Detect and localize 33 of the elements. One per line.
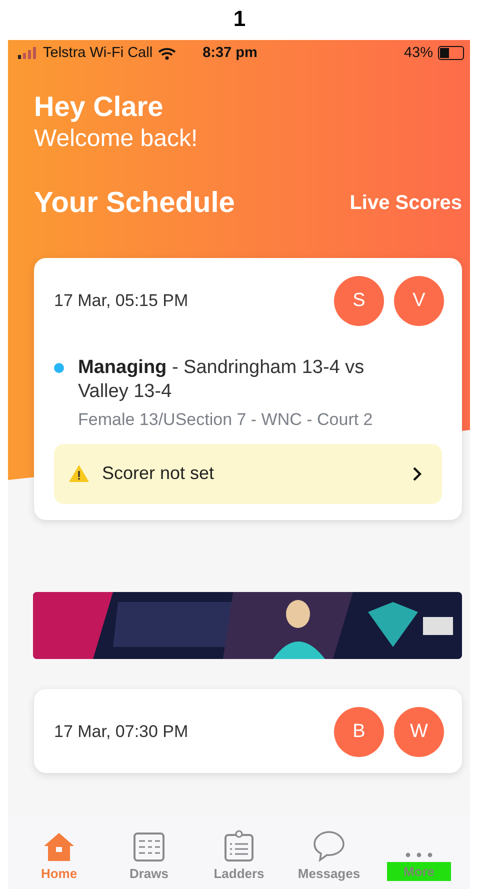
- match-card[interactable]: 17 Mar, 05:15 PM S V Managing - Sandringham 13-4 vs Valley 13-4 Female 13/USection 7 - WNC - Court 2 Scorer not set: [34, 258, 462, 520]
- battery-percent: 43%: [404, 45, 433, 61]
- scorer-alert[interactable]: Scorer not set: [54, 444, 442, 504]
- team-avatar: S: [334, 276, 384, 326]
- team-avatar: W: [394, 706, 444, 756]
- match-card[interactable]: 17 Mar, 07:30 PM B W: [34, 688, 462, 772]
- figure-label: 1: [233, 5, 246, 33]
- tab[interactable]: Draws: [109, 832, 189, 881]
- team-avatar: V: [394, 276, 444, 326]
- list-icon: [133, 832, 165, 862]
- tab[interactable]: Home: [19, 832, 99, 881]
- match-details: Female 13/USection 7 - WNC - Court 2: [78, 410, 374, 430]
- clock-time: 8:37 pm: [202, 45, 258, 61]
- carrier-name: Telstra Wi-Fi Call: [43, 45, 153, 61]
- tab[interactable]: Messages: [289, 831, 369, 881]
- live-scores-link[interactable]: Live Scores: [350, 192, 462, 215]
- greeting-subtitle: Welcome back!: [34, 125, 199, 153]
- chevron-right-icon: [412, 466, 422, 480]
- match-datetime: 17 Mar, 07:30 PM: [54, 722, 188, 742]
- warning-icon: [68, 464, 90, 483]
- battery-icon: [438, 46, 464, 60]
- signal-icon: [18, 47, 38, 59]
- match-title: Managing - Sandringham 13-4 vs Valley 13-4: [78, 356, 366, 404]
- more-icon: [405, 852, 433, 858]
- greeting-title: Hey Clare: [34, 91, 164, 123]
- clipboard-icon: [224, 830, 254, 862]
- wifi-icon: [158, 46, 176, 60]
- team-avatar: B: [334, 706, 384, 756]
- section-title: Your Schedule: [34, 187, 235, 220]
- chat-bubble-icon: [313, 831, 345, 862]
- tab[interactable]: Ladders: [199, 830, 279, 881]
- home-icon: [43, 832, 75, 862]
- match-datetime: 17 Mar, 05:15 PM: [54, 291, 188, 311]
